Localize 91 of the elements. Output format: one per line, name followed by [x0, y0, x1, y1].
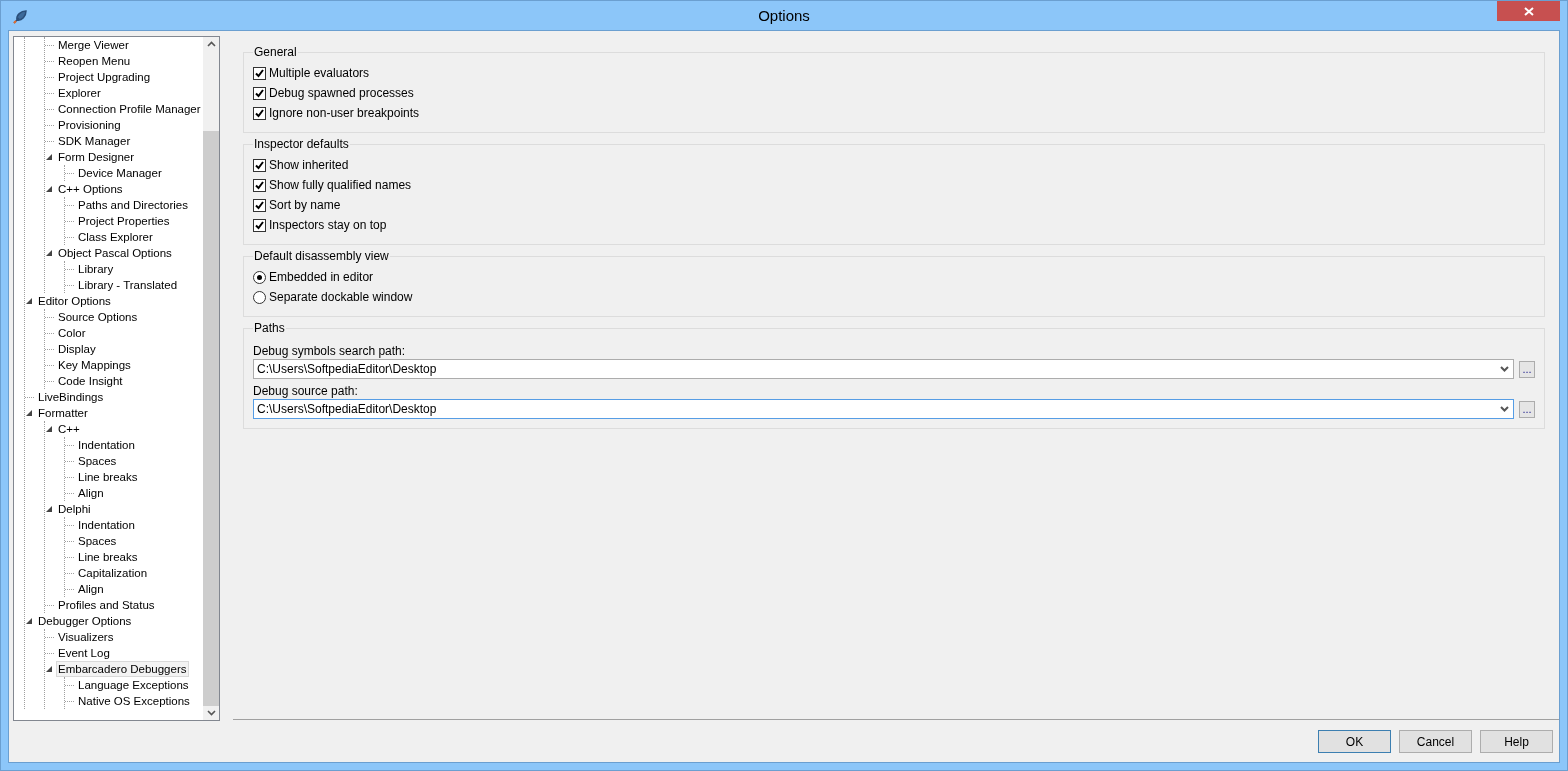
close-icon: [1523, 6, 1534, 16]
checkbox[interactable]: [253, 178, 266, 192]
tree-item[interactable]: Align: [76, 485, 106, 501]
tree-item[interactable]: Library: [76, 261, 116, 277]
expanded-triangle-icon[interactable]: [46, 506, 52, 512]
tree-item[interactable]: Project Upgrading: [56, 69, 153, 85]
tree-item[interactable]: Device Manager: [76, 165, 164, 181]
tree-item[interactable]: Form Designer: [56, 149, 137, 165]
tree-item[interactable]: Connection Profile Manager: [56, 101, 203, 117]
tree-item[interactable]: Formatter: [36, 405, 90, 421]
radio-button[interactable]: [253, 270, 266, 284]
tree-item[interactable]: Reopen Menu: [56, 53, 133, 69]
dialog-button[interactable]: OK: [1318, 730, 1391, 753]
tree-item[interactable]: Visualizers: [56, 629, 116, 645]
tree-item[interactable]: Key Mappings: [56, 357, 133, 373]
dialog-button[interactable]: Help: [1480, 730, 1553, 753]
tree-item[interactable]: Project Properties: [76, 213, 172, 229]
tree-item[interactable]: Code Insight: [56, 373, 125, 389]
tree-item[interactable]: Spaces: [76, 533, 119, 549]
tree-item[interactable]: Profiles and Status: [56, 597, 157, 613]
checkbox-label: Ignore non-user breakpoints: [269, 106, 420, 120]
tree-item[interactable]: Language Exceptions: [76, 677, 191, 693]
tree-item[interactable]: Native OS Exceptions: [76, 693, 192, 709]
tree-item[interactable]: Source Options: [56, 309, 140, 325]
checkbox-label: Inspectors stay on top: [269, 218, 387, 232]
tree-item[interactable]: Align: [76, 581, 106, 597]
tree-item[interactable]: Line breaks: [76, 469, 140, 485]
tree-item[interactable]: Merge Viewer: [56, 37, 131, 53]
field-label: Debug source path:: [253, 383, 359, 399]
checkbox-label: Show fully qualified names: [269, 178, 412, 192]
group-title: Paths: [253, 321, 286, 335]
field-label: Debug symbols search path:: [253, 343, 407, 359]
tree-item[interactable]: Editor Options: [36, 293, 113, 309]
checkbox[interactable]: [253, 86, 266, 100]
path-combo-box[interactable]: C:\Users\SoftpediaEditor\Desktop: [253, 359, 1514, 379]
expanded-triangle-icon[interactable]: [26, 298, 32, 304]
chevron-down-icon: [1500, 366, 1509, 372]
tree-item[interactable]: Display: [56, 341, 98, 357]
checkbox[interactable]: [253, 66, 266, 80]
tree-item[interactable]: SDK Manager: [56, 133, 133, 149]
checkbox-label: Sort by name: [269, 198, 341, 212]
window-title: Options: [757, 7, 811, 24]
browse-button[interactable]: ...: [1519, 400, 1535, 418]
expanded-triangle-icon[interactable]: [46, 666, 52, 672]
tree-item[interactable]: C++: [56, 421, 82, 437]
path-combo-box[interactable]: C:\Users\SoftpediaEditor\Desktop: [253, 399, 1514, 419]
scroll-down-icon[interactable]: [206, 710, 216, 716]
tree-item[interactable]: Debugger Options: [36, 613, 134, 629]
tree-item[interactable]: Object Pascal Options: [56, 245, 174, 261]
expanded-triangle-icon[interactable]: [26, 410, 32, 416]
tree-item[interactable]: C++ Options: [56, 181, 125, 197]
tree-item[interactable]: Indentation: [76, 437, 137, 453]
expanded-triangle-icon[interactable]: [46, 250, 52, 256]
tree-item[interactable]: Library - Translated: [76, 277, 180, 293]
checkbox-label: Multiple evaluators: [269, 66, 370, 80]
group-title: Default disassembly view: [253, 249, 390, 263]
checkbox-label: Debug spawned processes: [269, 86, 414, 100]
tree-item[interactable]: Provisioning: [56, 117, 123, 133]
checkbox[interactable]: [253, 158, 266, 172]
scroll-up-icon[interactable]: [206, 41, 216, 47]
tree-item[interactable]: Capitalization: [76, 565, 150, 581]
tree-item[interactable]: Color: [56, 325, 88, 341]
tree-item[interactable]: Delphi: [56, 501, 93, 517]
checkbox[interactable]: [253, 218, 266, 232]
tree-item[interactable]: Spaces: [76, 453, 119, 469]
expanded-triangle-icon[interactable]: [46, 186, 52, 192]
browse-button[interactable]: ...: [1519, 360, 1535, 378]
expanded-triangle-icon[interactable]: [26, 618, 32, 624]
radio-button[interactable]: [253, 290, 266, 304]
group-title: General: [253, 45, 298, 59]
scrollbar[interactable]: [203, 37, 219, 720]
group-title: Inspector defaults: [253, 137, 350, 151]
tree-item[interactable]: Paths and Directories: [76, 197, 190, 213]
dialog-button[interactable]: Cancel: [1399, 730, 1472, 753]
tree-item[interactable]: Event Log: [56, 645, 112, 661]
chevron-down-icon: [1500, 406, 1509, 412]
checkbox[interactable]: [253, 198, 266, 212]
checkbox-label: Show inherited: [269, 158, 349, 172]
feather-icon: [12, 9, 28, 25]
close-button[interactable]: [1497, 1, 1560, 21]
tree-item[interactable]: Class Explorer: [76, 229, 155, 245]
radio-label: Embedded in editor: [269, 270, 374, 284]
tree-item[interactable]: Explorer: [56, 85, 103, 101]
tree-item[interactable]: Indentation: [76, 517, 137, 533]
tree-item[interactable]: Line breaks: [76, 549, 140, 565]
tree-item[interactable]: Embarcadero Debuggers: [56, 661, 189, 677]
tree-item[interactable]: LiveBindings: [36, 389, 106, 405]
expanded-triangle-icon[interactable]: [46, 154, 52, 160]
expanded-triangle-icon[interactable]: [46, 426, 52, 432]
radio-label: Separate dockable window: [269, 290, 413, 304]
checkbox[interactable]: [253, 106, 266, 120]
